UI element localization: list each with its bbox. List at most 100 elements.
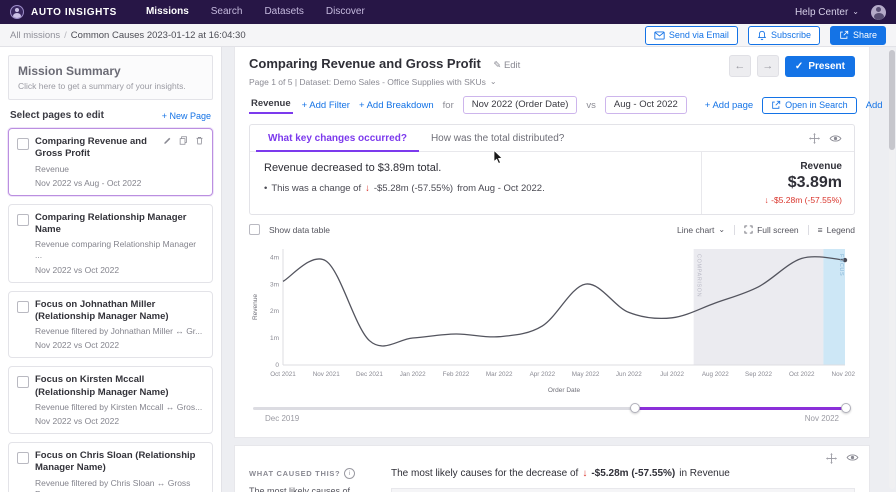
help-center-link[interactable]: Help Center ⌄ xyxy=(795,7,859,18)
page-panel: Comparing Revenue and Gross Profit ✎ Edi… xyxy=(234,47,883,438)
nav-item-discover[interactable]: Discover xyxy=(315,0,376,24)
down-arrow-icon: ↓ xyxy=(365,183,370,194)
tab-total-distributed[interactable]: How was the total distributed? xyxy=(419,125,576,152)
page-card-title: Comparing Relationship Manager Name xyxy=(35,211,187,236)
share-button[interactable]: Share xyxy=(829,25,886,45)
subscribe-button[interactable]: Subscribe xyxy=(747,25,820,45)
page-checkbox[interactable] xyxy=(17,451,29,464)
page-scrollbar[interactable] xyxy=(889,48,895,489)
page-card-period: Nov 2022 vs Oct 2022 xyxy=(35,415,120,426)
move-widget-icon[interactable] xyxy=(809,132,820,144)
page-checkbox[interactable] xyxy=(17,300,29,313)
sidebar-page-card[interactable]: Comparing Revenue and Gross Profit Reven… xyxy=(8,128,213,196)
page-card-description: Revenue filtered by Chris Sloan ↔ Gross … xyxy=(35,477,191,492)
breadcrumb-separator: / xyxy=(64,29,67,41)
open-external-icon xyxy=(772,100,781,109)
comparison-period-chip[interactable]: Aug - Oct 2022 xyxy=(604,96,687,114)
breadcrumb-current: Common Causes 2023-01-12 at 16:04:30 xyxy=(70,29,246,41)
visibility-eye-icon[interactable] xyxy=(846,453,859,464)
legend-icon: ≡ xyxy=(817,224,823,235)
chart-type-dropdown[interactable]: Line chart ⌄ xyxy=(677,225,725,235)
scrollbar-thumb[interactable] xyxy=(889,50,895,150)
sidebar-page-card[interactable]: Focus on Johnathan Miller (Relationship … xyxy=(8,290,213,359)
nav-item-search[interactable]: Search xyxy=(200,0,254,24)
add-button[interactable]: Add xyxy=(866,100,883,111)
add-filter-button[interactable]: + Add Filter xyxy=(302,100,350,111)
focus-period-chip[interactable]: Nov 2022 (Order Date) xyxy=(462,96,578,114)
x-tick-label: Sep 2022 xyxy=(745,371,772,378)
info-icon[interactable]: i xyxy=(344,468,356,479)
chevron-down-icon: ⌄ xyxy=(718,224,726,234)
present-button[interactable]: ✓ Present xyxy=(784,55,855,77)
vs-label: vs xyxy=(586,99,596,111)
page-card-title: Focus on Johnathan Miller (Relationship … xyxy=(35,298,169,322)
send-via-email-button[interactable]: Send via Email xyxy=(644,25,738,45)
arrow-right-icon: → xyxy=(762,60,774,72)
new-page-button[interactable]: + New Page xyxy=(162,111,211,121)
chevron-down-icon[interactable]: ⌄ xyxy=(490,78,497,86)
nav-item-missions[interactable]: Missions xyxy=(135,0,200,24)
y-tick-label: 0 xyxy=(275,362,279,369)
page-meta: Page 1 of 5 | Dataset: Demo Sales - Offi… xyxy=(249,77,486,87)
mission-summary-box[interactable]: Mission Summary Click here to get a summ… xyxy=(8,55,213,100)
share-icon xyxy=(840,30,849,39)
slider-track[interactable] xyxy=(253,403,852,413)
x-tick-label: Aug 2022 xyxy=(702,371,729,378)
add-breakdown-button[interactable]: + Add Breakdown xyxy=(359,100,434,111)
edit-page-icon[interactable] xyxy=(163,136,172,145)
next-page-button[interactable]: → xyxy=(756,55,779,77)
y-tick-label: 3m xyxy=(270,281,279,288)
show-data-table-toggle[interactable]: Show data table xyxy=(249,224,330,235)
chart-region xyxy=(693,249,824,365)
app-logo-icon[interactable] xyxy=(10,5,24,19)
kpi-value: $3.89m xyxy=(787,174,842,191)
x-tick-label: Jan 2022 xyxy=(400,371,426,378)
move-widget-icon[interactable] xyxy=(826,453,837,464)
y-axis-title: Revenue xyxy=(252,294,259,320)
slider-min-label: Dec 2019 xyxy=(265,414,300,423)
causes-title: The most likely causes for the decrease … xyxy=(391,468,730,479)
sidebar-page-card[interactable]: Focus on Chris Sloan (Relationship Manag… xyxy=(8,441,213,492)
insight-headline: Revenue decreased to $3.89m total. xyxy=(264,162,442,174)
tab-key-changes[interactable]: What key changes occurred? xyxy=(256,125,419,152)
revenue-line-chart[interactable]: 0 1m 2m 3m 4m Oct 2021 Nov 2021 Dec 2021 Jan 202… xyxy=(249,239,855,399)
share-label: Share xyxy=(852,30,877,40)
sidebar-page-card[interactable]: Focus on Kirsten Mccall (Relationship Ma… xyxy=(8,366,213,434)
chart-region-label: FOCUS xyxy=(838,254,844,276)
full-screen-button[interactable]: Full screen xyxy=(744,225,799,235)
mission-summary-title: Mission Summary xyxy=(18,64,121,78)
nav-item-datasets[interactable]: Datasets xyxy=(253,0,314,24)
previous-page-button[interactable]: ← xyxy=(728,55,751,77)
x-tick-label: Nov 2022 xyxy=(832,371,855,378)
kpi-panel: Revenue $3.89m ↓ -$5.28m (-57.55%) xyxy=(701,152,854,214)
slider-handle-end[interactable] xyxy=(841,403,852,413)
help-center-label: Help Center xyxy=(794,6,849,18)
duplicate-page-icon[interactable] xyxy=(179,136,188,145)
show-data-table-checkbox[interactable] xyxy=(249,224,260,235)
check-icon: ✓ xyxy=(794,60,804,72)
what-caused-this-heading: WHAT CAUSED THIS? i xyxy=(249,468,371,479)
send-via-email-label: Send via Email xyxy=(668,30,729,40)
page-checkbox[interactable] xyxy=(17,138,29,150)
page-card-description: Revenue xyxy=(35,163,70,174)
legend-button[interactable]: ≡ Legend xyxy=(818,225,855,235)
user-avatar[interactable] xyxy=(871,4,886,20)
slider-handle-start[interactable] xyxy=(629,403,640,413)
breadcrumb-all-missions[interactable]: All missions xyxy=(10,30,60,41)
open-in-search-button[interactable]: Open in Search xyxy=(762,96,857,114)
delete-page-icon[interactable] xyxy=(195,136,204,145)
edit-title-button[interactable]: ✎ Edit xyxy=(493,60,520,71)
page-checkbox[interactable] xyxy=(17,376,29,389)
bullet-icon: • xyxy=(264,183,268,194)
for-label: for xyxy=(442,99,454,111)
chart-controls: Show data table Line chart ⌄ Full screen… xyxy=(249,224,855,235)
insight-bullet: • This was a change of ↓ -$5.28m (-57.55… xyxy=(264,183,545,194)
sidebar-page-card[interactable]: Comparing Relationship Manager Name Reve… xyxy=(8,203,213,283)
metric-pill[interactable]: Revenue xyxy=(249,96,293,114)
arrow-left-icon: ← xyxy=(734,60,746,72)
slider-selected-range[interactable] xyxy=(634,407,847,410)
add-page-button[interactable]: + Add page xyxy=(705,100,753,111)
sidebar: Mission Summary Click here to get a summ… xyxy=(0,47,222,492)
visibility-eye-icon[interactable] xyxy=(829,134,842,143)
page-checkbox[interactable] xyxy=(17,213,29,226)
